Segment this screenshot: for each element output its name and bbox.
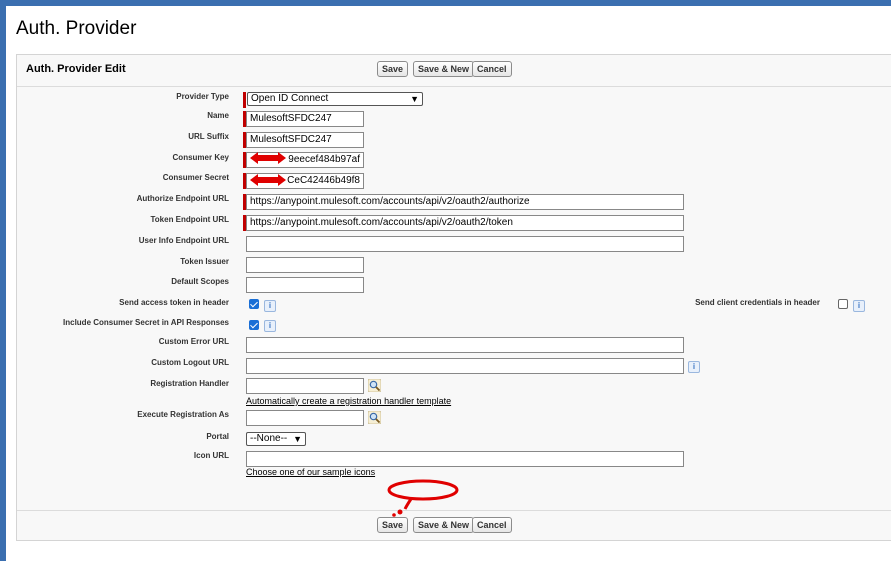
provider-type-label: Provider Type [176, 92, 229, 101]
create-registration-handler-link[interactable]: Automatically create a registration hand… [246, 396, 451, 406]
authorize-endpoint-input[interactable]: https://anypoint.mulesoft.com/accounts/a… [246, 194, 684, 210]
provider-type-value: Open ID Connect [251, 93, 329, 104]
save-button-top[interactable]: Save [377, 61, 409, 77]
portal-select[interactable]: --None-- ▼ [246, 432, 306, 446]
info-icon[interactable]: i [264, 300, 276, 312]
url-suffix-label: URL Suffix [188, 132, 229, 141]
execute-registration-as-input[interactable] [246, 410, 364, 426]
icon-url-label: Icon URL [193, 451, 229, 460]
send-client-credentials-checkbox[interactable] [838, 299, 848, 309]
execute-registration-as-label: Execute Registration As [137, 410, 229, 419]
custom-logout-url-label: Custom Logout URL [151, 358, 229, 367]
portal-value: --None-- [250, 433, 288, 444]
send-client-credentials-label: Send client credentials in header [695, 298, 820, 307]
user-info-endpoint-label: User Info Endpoint URL [138, 236, 229, 245]
redaction-arrow-icon [250, 174, 286, 186]
custom-error-url-input[interactable] [246, 337, 684, 353]
token-endpoint-label: Token Endpoint URL [150, 215, 229, 224]
info-icon[interactable]: i [264, 320, 276, 332]
info-icon[interactable]: i [688, 361, 700, 373]
include-consumer-secret-label: Include Consumer Secret in API Responses [63, 318, 229, 327]
name-label: Name [207, 111, 229, 120]
name-input[interactable]: MulesoftSFDC247 [246, 111, 364, 127]
section-title: Auth. Provider Edit [26, 63, 126, 75]
consumer-secret-label: Consumer Secret [162, 173, 229, 182]
left-border [0, 0, 6, 561]
token-issuer-input[interactable] [246, 257, 364, 273]
chevron-down-icon: ▼ [410, 94, 419, 104]
authorize-endpoint-label: Authorize Endpoint URL [136, 194, 229, 203]
send-access-token-label: Send access token in header [119, 298, 229, 307]
top-border [0, 0, 891, 6]
send-access-token-checkbox[interactable] [249, 299, 259, 309]
panel-header: Auth. Provider Edit Save Save & New Canc… [17, 55, 891, 87]
info-icon[interactable]: i [853, 300, 865, 312]
cancel-button-bottom[interactable]: Cancel [472, 517, 512, 533]
magnifier-lookup-icon[interactable] [368, 379, 381, 392]
save-button-bottom[interactable]: Save [377, 517, 409, 533]
page-title: Auth. Provider [16, 18, 137, 39]
token-issuer-label: Token Issuer [180, 257, 229, 266]
callout-ellipse-icon [387, 479, 459, 517]
default-scopes-input[interactable] [246, 277, 364, 293]
save-new-button-bottom[interactable]: Save & New [413, 517, 475, 533]
sample-icons-link[interactable]: Choose one of our sample icons [246, 467, 375, 477]
cancel-button-top[interactable]: Cancel [472, 61, 512, 77]
user-info-endpoint-input[interactable] [246, 236, 684, 252]
default-scopes-label: Default Scopes [171, 277, 229, 286]
portal-label: Portal [206, 432, 229, 441]
redaction-arrow-icon [250, 152, 286, 164]
save-new-button-top[interactable]: Save & New [413, 61, 475, 77]
custom-logout-url-input[interactable] [246, 358, 684, 374]
registration-handler-label: Registration Handler [150, 379, 229, 388]
magnifier-lookup-icon[interactable] [368, 411, 381, 424]
provider-type-select[interactable]: Open ID Connect ▼ [247, 92, 423, 106]
token-endpoint-input[interactable]: https://anypoint.mulesoft.com/accounts/a… [246, 215, 684, 231]
url-suffix-input[interactable]: MulesoftSFDC247 [246, 132, 364, 148]
required-marker [243, 92, 246, 108]
icon-url-input[interactable] [246, 451, 684, 467]
registration-handler-input[interactable] [246, 378, 364, 394]
consumer-key-label: Consumer Key [172, 153, 229, 162]
custom-error-url-label: Custom Error URL [158, 337, 229, 346]
chevron-down-icon: ▼ [293, 434, 302, 444]
include-consumer-secret-checkbox[interactable] [249, 320, 259, 330]
